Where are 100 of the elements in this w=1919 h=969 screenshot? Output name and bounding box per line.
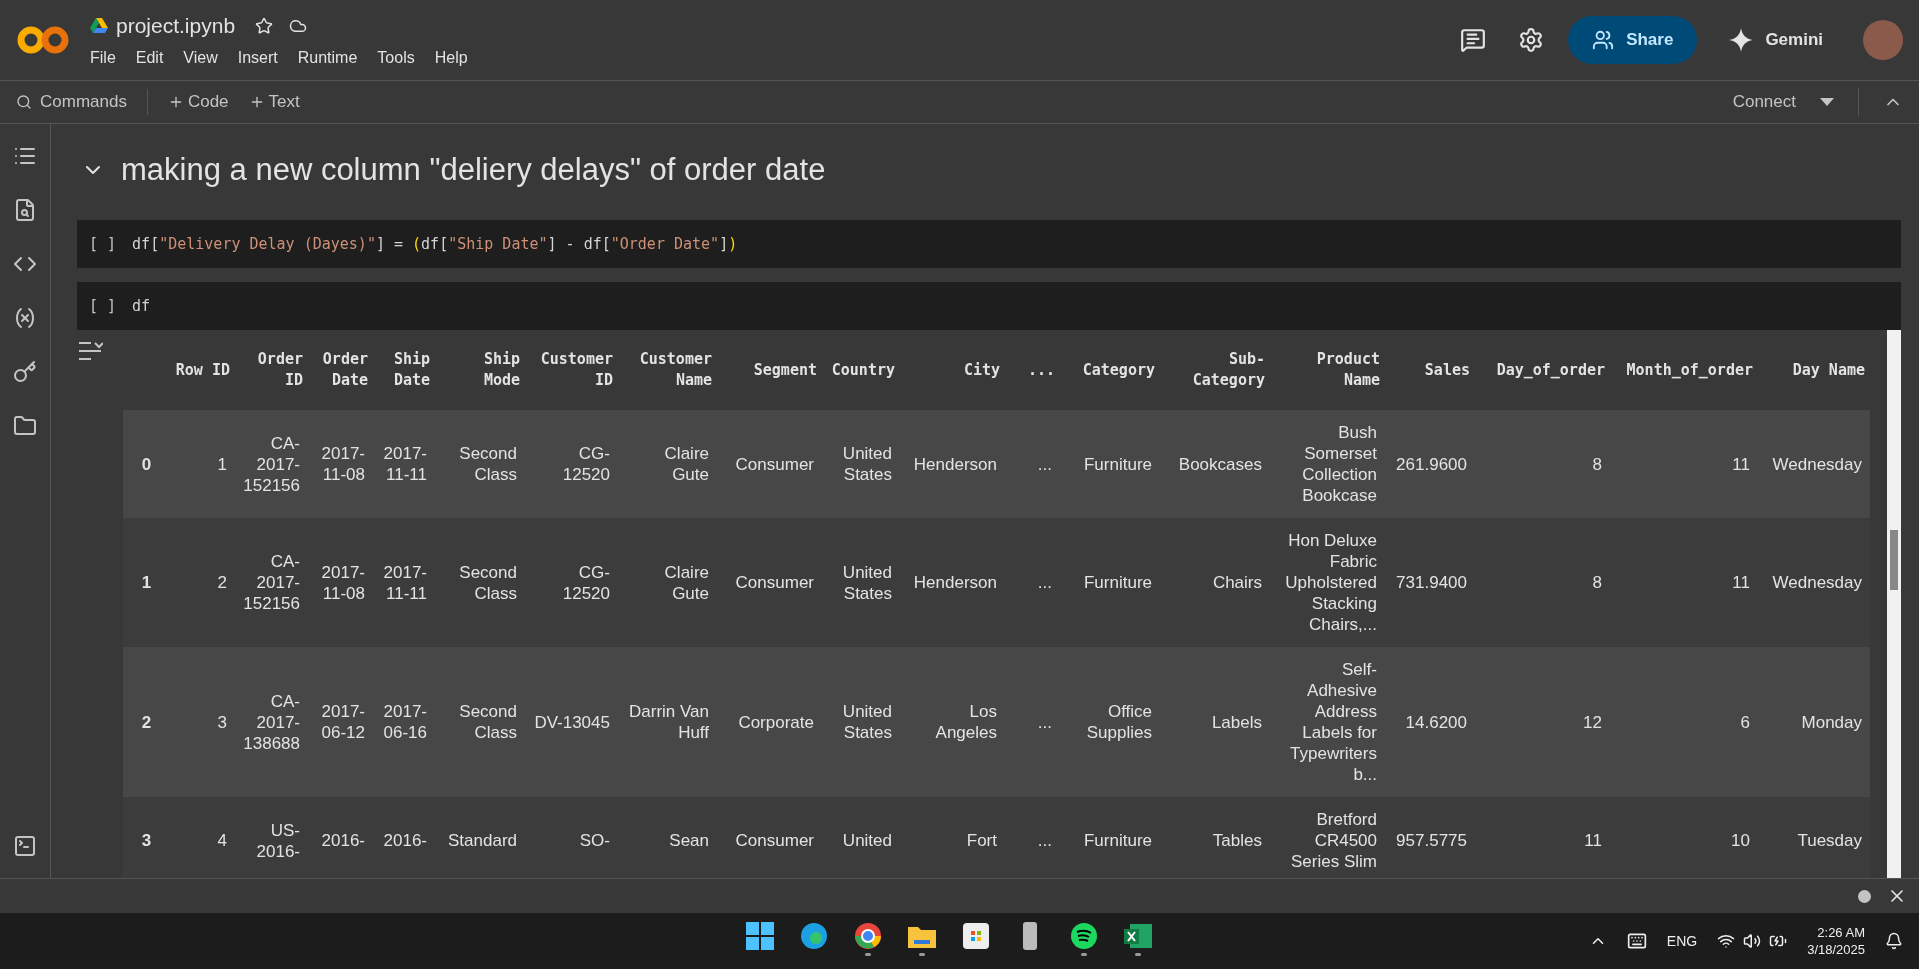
column-header: Category [1082, 360, 1155, 379]
store-icon[interactable] [961, 921, 991, 951]
people-icon [1592, 29, 1615, 51]
run-prompt[interactable]: [ ] [89, 232, 117, 256]
table-cell: 12 [1583, 712, 1602, 732]
windows-start-icon[interactable] [745, 921, 775, 951]
connect-button[interactable]: Connect [1732, 89, 1796, 115]
drive-icon [90, 18, 108, 34]
column-header: Sales [1424, 360, 1470, 379]
table-cell: 1 [217, 454, 227, 474]
table-cell: Office Supplies [1086, 702, 1152, 742]
table-cell: Corporate [738, 712, 814, 732]
volume-icon[interactable] [1743, 932, 1762, 950]
code-cell[interactable]: [ ] df [77, 282, 1901, 330]
find-icon[interactable] [13, 198, 37, 222]
run-prompt[interactable]: [ ] [89, 294, 117, 318]
row-index: 3 [141, 831, 152, 850]
spreadsheet-app-icon[interactable] [1123, 921, 1153, 951]
table-cell: 957.5775 [1396, 831, 1467, 850]
clock-time[interactable]: 2:26 AM [1817, 924, 1865, 941]
share-button[interactable]: Share [1568, 16, 1698, 64]
gemini-button[interactable]: Gemini [1729, 27, 1823, 53]
column-header: Customer ID [540, 350, 613, 389]
variables-icon[interactable] [13, 306, 37, 330]
music-app-icon[interactable] [1069, 921, 1099, 951]
table-cell: ... [1037, 831, 1052, 850]
table-cell: Furniture [1083, 831, 1152, 850]
row-index: 0 [141, 454, 152, 474]
column-header: Customer Name [639, 350, 712, 389]
table-cell: 2 [217, 573, 227, 592]
column-header: Order Date [322, 350, 368, 389]
terminal-icon[interactable] [13, 834, 37, 858]
table-cell: Hon Deluxe Fabric Upholstered Stacking Chairs,... [1285, 531, 1377, 634]
key-icon[interactable] [13, 360, 37, 384]
table-cell: Tables [1212, 831, 1262, 850]
table-cell: SO- [579, 831, 610, 850]
dropdown-icon[interactable] [1820, 98, 1834, 106]
column-header: Segment [753, 360, 817, 379]
folder-icon[interactable] [13, 414, 37, 438]
menu-item[interactable]: File [90, 45, 116, 70]
table-cell: 14.6200 [1405, 712, 1467, 732]
table-cell: 2017-11-08 [321, 562, 365, 603]
search-icon [16, 94, 32, 110]
column-header: Sub-Category [1192, 350, 1265, 389]
menu-item[interactable]: Edit [135, 45, 164, 70]
scrollbar[interactable] [1887, 330, 1901, 878]
star-icon[interactable] [255, 17, 274, 35]
table-cell: ... [1037, 712, 1052, 732]
cloud-icon[interactable] [289, 17, 308, 35]
add-code-button[interactable]: Code [167, 89, 229, 115]
commands-button[interactable]: Commands [16, 89, 148, 115]
table-cell: 4 [217, 831, 227, 850]
table-cell: Claire Gute [664, 444, 709, 484]
column-header: Row ID [175, 360, 230, 379]
table-cell: Bookcases [1178, 454, 1262, 474]
notification-icon[interactable] [1885, 932, 1903, 950]
comment-icon[interactable] [1460, 27, 1487, 53]
menu-item[interactable]: Insert [237, 45, 278, 70]
column-header: Ship Date [393, 350, 430, 389]
table-cell: ... [1037, 454, 1052, 474]
table-cell: Darrin Van Huff [629, 702, 709, 742]
table-cell: Consumer [735, 831, 814, 850]
table-cell: US-2016- [256, 820, 300, 861]
sparkle-icon [1729, 28, 1754, 52]
settings-icon[interactable] [1518, 27, 1545, 53]
menu-item[interactable]: Help [434, 45, 468, 70]
table-cell: Los Angeles [935, 702, 997, 742]
output-toggle-icon[interactable] [77, 340, 103, 362]
add-text-button[interactable]: Text [248, 89, 300, 115]
table-cell: Standard [448, 831, 517, 850]
table-cell: ... [1037, 573, 1052, 592]
table-cell: CG-12520 [562, 444, 610, 484]
language-indicator[interactable]: ENG [1666, 930, 1698, 952]
table-cell: 10 [1731, 831, 1750, 850]
column-header: Country [831, 360, 895, 379]
browser-icon[interactable] [799, 921, 829, 951]
keyboard-icon[interactable] [1626, 931, 1647, 951]
menu-item[interactable]: View [183, 45, 218, 70]
table-cell: 2016- [383, 831, 427, 850]
table-cell: 8 [1592, 454, 1602, 474]
table-cell: 2017-06-12 [321, 702, 365, 742]
menu-item[interactable]: Runtime [297, 45, 358, 70]
column-header: ... [1027, 360, 1055, 379]
clock-date[interactable]: 3/18/2025 [1807, 941, 1865, 958]
table-cell: 6 [1740, 712, 1750, 732]
table-cell: CG-12520 [562, 562, 610, 603]
wifi-icon[interactable] [1717, 932, 1736, 950]
menu-item[interactable]: Tools [377, 45, 415, 70]
table-cell: 2017-11-11 [383, 562, 427, 603]
table-cell: 3 [217, 712, 227, 732]
code-line: df["Delivery Delay (Dayes)"] = (df["Ship Date"] - df["Order Date"]) [132, 233, 738, 255]
table-cell: CA-2017-152156 [243, 552, 300, 613]
table-cell: Wednesday [1772, 454, 1862, 474]
table-cell: Consumer [735, 573, 814, 592]
browser-icon[interactable] [853, 921, 883, 951]
code-cell[interactable]: [ ] df["Delivery Delay (Dayes)"] = (df["Ship Date"] - df["Order Date"]) [77, 220, 1901, 268]
column-header: City [963, 360, 1000, 379]
table-cell: United [842, 831, 892, 850]
table-cell: Henderson [913, 573, 997, 592]
notebook-title[interactable]: project.ipynb [116, 10, 236, 42]
